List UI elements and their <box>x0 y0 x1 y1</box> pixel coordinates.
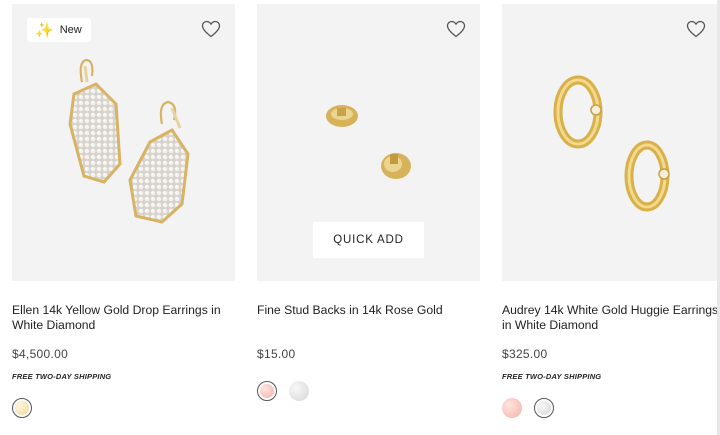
new-badge: ✨ New <box>27 18 91 42</box>
shipping-note: FREE TWO-DAY SHIPPING <box>502 372 602 381</box>
product-card[interactable]: QUICK ADD Fine Stud Backs in 14k Rose Go… <box>257 4 480 401</box>
color-swatches <box>257 381 480 401</box>
product-card[interactable]: ✨ New Ellen 14k Yellow Gold Drop Earring… <box>12 4 235 418</box>
badge-label: New <box>59 24 82 36</box>
product-name[interactable]: Ellen 14k Yellow Gold Drop Earrings in W… <box>12 303 235 333</box>
product-image[interactable]: ✨ New <box>12 4 235 281</box>
product-name[interactable]: Fine Stud Backs in 14k Rose Gold <box>257 303 480 333</box>
wishlist-heart-icon[interactable] <box>446 20 466 38</box>
product-price: $4,500.00 <box>12 347 69 361</box>
swatch-rose-gold[interactable] <box>257 381 277 401</box>
sparkle-icon: ✨ <box>35 21 54 39</box>
swatch-white-gold[interactable] <box>534 398 554 418</box>
color-swatches <box>12 398 235 418</box>
product-card[interactable]: Audrey 14k White Gold Huggie Earrings in… <box>502 4 720 418</box>
swatch-rose-gold[interactable] <box>502 398 522 418</box>
product-image[interactable]: QUICK ADD <box>257 4 480 281</box>
product-name[interactable]: Audrey 14k White Gold Huggie Earrings in… <box>502 303 720 333</box>
wishlist-heart-icon[interactable] <box>686 20 706 38</box>
swatch-yellow-gold[interactable] <box>12 398 32 418</box>
wishlist-heart-icon[interactable] <box>201 20 221 38</box>
drop-earrings-image <box>68 58 190 224</box>
product-image[interactable] <box>502 4 720 281</box>
huggie-earrings-image <box>553 75 670 212</box>
shipping-note <box>257 372 480 381</box>
quick-add-button[interactable]: QUICK ADD <box>313 222 424 258</box>
product-price: $325.00 <box>502 347 548 361</box>
swatch-white-gold[interactable] <box>289 381 309 401</box>
color-swatches <box>502 398 720 418</box>
shipping-note: FREE TWO-DAY SHIPPING <box>12 372 112 381</box>
product-price: $15.00 <box>257 347 296 361</box>
